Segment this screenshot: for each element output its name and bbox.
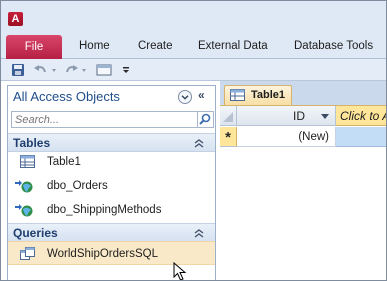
nav-item-label: Table1 <box>47 156 81 168</box>
nav-item-dbo-shippingmethods[interactable]: dbo_ShippingMethods <box>8 198 215 222</box>
new-record-label: (New) <box>298 131 329 143</box>
title-bar: A <box>1 1 386 31</box>
save-icon[interactable] <box>11 63 25 77</box>
tab-create[interactable]: Create <box>138 40 173 52</box>
document-tab-label: Table1 <box>251 89 286 101</box>
column-header-click-to-add[interactable]: Click to Add <box>336 106 386 126</box>
tab-external-data[interactable]: External Data <box>198 40 268 52</box>
search-button[interactable] <box>198 111 214 128</box>
new-record-selector[interactable]: * <box>220 127 237 147</box>
nav-item-label: WorldShipOrdersSQL <box>47 248 158 260</box>
nav-pane-title: All Access Objects <box>13 89 120 104</box>
select-all-icon <box>223 112 233 122</box>
datasheet: ID Click to Add * (New) <box>220 105 386 280</box>
nav-item-table1[interactable]: Table1 <box>8 150 215 174</box>
access-logo-icon[interactable]: A <box>8 12 23 26</box>
table-icon <box>230 89 245 101</box>
undo-dropdown-icon[interactable] <box>51 63 57 77</box>
group-label: Tables <box>13 136 51 150</box>
ribbon-tab-row: File Home Create External Data Database … <box>1 31 386 59</box>
view-icon[interactable] <box>96 63 112 77</box>
mouse-pointer-icon <box>173 262 187 280</box>
collapse-group-icon[interactable] <box>192 227 206 239</box>
tab-home[interactable]: Home <box>79 40 110 52</box>
tab-database-tools[interactable]: Database Tools <box>294 40 373 52</box>
search-input[interactable] <box>11 111 198 128</box>
column-header-label: ID <box>293 109 305 123</box>
table-icon <box>20 155 35 168</box>
redo-icon[interactable] <box>63 63 79 77</box>
search-icon <box>199 113 211 125</box>
nav-item-label: dbo_Orders <box>47 180 108 192</box>
cell-id-new[interactable]: (New) <box>237 127 336 147</box>
query-icon <box>20 247 35 260</box>
redo-dropdown-icon[interactable] <box>81 63 87 77</box>
nav-pane-header[interactable]: All Access Objects « <box>8 86 215 108</box>
navigation-pane: All Access Objects « Tables <box>7 85 216 280</box>
undo-icon[interactable] <box>33 63 49 77</box>
file-tab[interactable]: File <box>6 35 62 59</box>
quick-access-toolbar <box>1 59 386 81</box>
nav-item-dbo-orders[interactable]: dbo_Orders <box>8 174 215 198</box>
group-label: Queries <box>13 226 58 240</box>
access-window: A File Home Create External Data Databas… <box>0 0 387 281</box>
select-all-corner[interactable] <box>220 106 237 126</box>
collapse-group-icon[interactable] <box>192 137 206 149</box>
column-dropdown-icon[interactable] <box>321 114 329 119</box>
column-header-label: Click to Add <box>340 109 386 123</box>
document-tab-table1[interactable]: Table1 <box>224 85 292 105</box>
linked-table-icon <box>15 180 33 193</box>
chevron-down-icon[interactable] <box>178 90 192 104</box>
cell-click-to-add-active[interactable] <box>336 127 386 147</box>
column-header-id[interactable]: ID <box>237 106 336 126</box>
shutter-bar-close-icon[interactable]: « <box>198 88 205 102</box>
linked-table-icon <box>15 204 33 217</box>
nav-item-label: dbo_ShippingMethods <box>47 204 162 216</box>
group-header-queries[interactable]: Queries <box>8 223 215 242</box>
customize-toolbar-icon[interactable] <box>121 63 131 77</box>
